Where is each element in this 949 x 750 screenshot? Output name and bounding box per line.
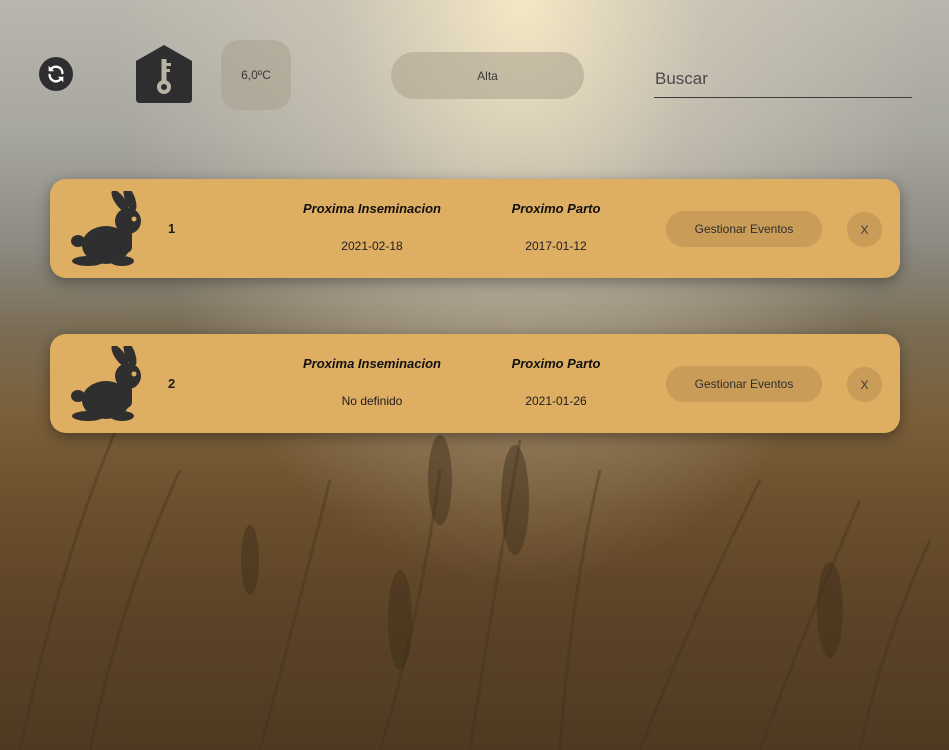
search-input[interactable]	[654, 60, 912, 98]
next-birth-label: Proximo Parto	[511, 201, 601, 216]
rabbit-icon	[71, 346, 141, 421]
next-insemination-label: Proxima Inseminacion	[303, 201, 441, 216]
next-insemination-label: Proxima Inseminacion	[303, 356, 441, 371]
rabbit-icon	[71, 191, 141, 266]
next-birth-value: 2017-01-12	[525, 239, 587, 253]
barn-key-button[interactable]	[136, 45, 192, 103]
rabbit-card: 2 Proxima Inseminacion No definido Proxi…	[50, 334, 900, 433]
card-number: 2	[168, 376, 176, 391]
manage-events-button[interactable]: Gestionar Eventos	[666, 366, 822, 402]
next-insemination-value: No definido	[341, 394, 403, 408]
refresh-icon	[48, 65, 64, 83]
temperature-value: 6,0ºC	[241, 68, 271, 82]
card-number: 1	[168, 221, 176, 236]
barn-key-icon	[136, 45, 192, 103]
next-birth-label: Proximo Parto	[511, 356, 601, 371]
close-button[interactable]: X	[847, 367, 882, 402]
next-birth-value: 2021-01-26	[525, 394, 587, 408]
close-button[interactable]: X	[847, 212, 882, 247]
temperature-display: 6,0ºC	[221, 40, 291, 110]
next-insemination-value: 2021-02-18	[341, 239, 403, 253]
status-alta-button[interactable]: Alta	[391, 52, 584, 99]
rabbit-card: 1 Proxima Inseminacion 2021-02-18 Proxim…	[50, 179, 900, 278]
manage-events-button[interactable]: Gestionar Eventos	[666, 211, 822, 247]
status-alta-label: Alta	[477, 68, 498, 83]
refresh-button[interactable]	[39, 57, 73, 91]
